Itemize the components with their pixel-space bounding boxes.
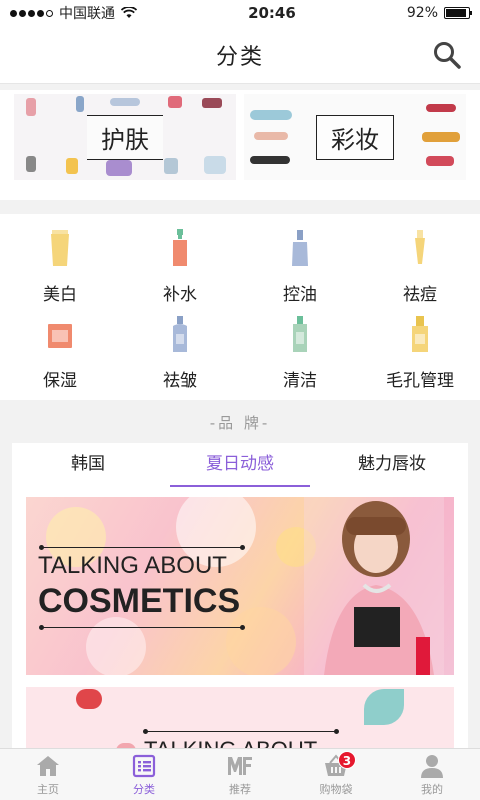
search-icon[interactable] xyxy=(432,40,462,70)
category-item[interactable]: 祛皱 xyxy=(120,314,240,400)
cart-badge: 3 xyxy=(337,751,356,769)
category-label: 保湿 xyxy=(43,371,77,391)
user-icon xyxy=(421,754,443,778)
status-right: 92% xyxy=(406,5,472,21)
promo-divider-bottom xyxy=(39,625,245,630)
brand-tabs: 韩国 夏日动感 魅力唇妆 xyxy=(12,443,468,487)
category-item[interactable]: 控油 xyxy=(240,228,360,314)
status-time: 20:46 xyxy=(248,4,296,22)
serum-bottle-icon xyxy=(164,314,196,354)
promo-line-2: COSMETICS xyxy=(38,582,241,620)
status-bar: 中国联通 20:46 92% xyxy=(0,0,480,26)
tab-bar-cart[interactable]: 3 购物袋 xyxy=(288,749,384,800)
carrier-label: 中国联通 xyxy=(59,6,115,22)
battery-icon xyxy=(444,7,472,19)
model-photo xyxy=(304,497,444,675)
cleanser-bottle-icon xyxy=(284,314,316,354)
cream-jar-icon xyxy=(44,314,76,354)
category-label: 清洁 xyxy=(283,371,317,391)
banner-makeup[interactable]: 彩妆 xyxy=(244,94,466,180)
dropper-bottle-icon xyxy=(404,314,436,354)
tab-bar-profile[interactable]: 我的 xyxy=(384,749,480,800)
tab-bar-home-label: 主页 xyxy=(37,782,59,796)
home-icon xyxy=(37,755,59,776)
brand-section-title: -品 牌- xyxy=(209,414,271,432)
promo-text: TALKING ABOUT COSMETICS xyxy=(38,545,245,632)
signal-icon xyxy=(10,9,53,17)
tube-icon xyxy=(44,228,76,268)
tab-bar-category[interactable]: 分类 xyxy=(96,749,192,800)
lotion-bottle-icon xyxy=(284,228,316,268)
category-grid: 美白 补水 控油 祛痘保湿 祛皱 清洁 毛孔管理 xyxy=(0,214,480,400)
wifi-icon xyxy=(121,7,137,18)
page-title: 分类 xyxy=(215,44,264,70)
status-left: 中国联通 xyxy=(10,3,137,23)
tab-korea[interactable]: 韩国 xyxy=(12,443,164,487)
category-item[interactable]: 祛痘 xyxy=(360,228,480,314)
list-icon xyxy=(132,754,156,777)
tab-summer[interactable]: 夏日动感 xyxy=(164,443,316,487)
category-item[interactable]: 保湿 xyxy=(0,314,120,400)
tab-bar-recommend-label: 推荐 xyxy=(229,782,251,796)
category-label: 控油 xyxy=(283,285,317,305)
category-label: 祛皱 xyxy=(163,371,197,391)
promo-line-1: TALKING ABOUT xyxy=(38,552,227,579)
category-item[interactable]: 清洁 xyxy=(240,314,360,400)
category-item[interactable]: 毛孔管理 xyxy=(360,314,480,400)
spray-bottle-icon xyxy=(164,228,196,268)
brand-section: 韩国 夏日动感 魅力唇妆 TALKING ABOUT COSMETICS xyxy=(12,443,468,773)
banner-makeup-label: 彩妆 xyxy=(316,114,394,160)
pen-tube-icon xyxy=(404,228,436,268)
category-label: 补水 xyxy=(163,285,197,305)
banner-skincare-label: 护肤 xyxy=(87,114,163,160)
mf-logo-icon xyxy=(228,756,252,775)
promo-divider-top xyxy=(39,545,245,550)
tab-bar-recommend[interactable]: 推荐 xyxy=(192,749,288,800)
battery-percent: 92% xyxy=(406,5,438,21)
category-label: 毛孔管理 xyxy=(386,371,454,391)
tab-bar-home[interactable]: 主页 xyxy=(0,749,96,800)
category-banners: 护肤 彩妆 xyxy=(0,90,480,200)
promo-banner[interactable]: TALKING ABOUT COSMETICS xyxy=(26,497,454,675)
banner-skincare[interactable]: 护肤 xyxy=(14,94,236,180)
tab-bar-profile-label: 我的 xyxy=(421,782,443,796)
category-label: 美白 xyxy=(43,285,77,305)
category-label: 祛痘 xyxy=(403,285,437,305)
tab-bar-category-label: 分类 xyxy=(133,782,155,796)
bottom-tab-bar: 主页 分类 推荐 3 购物袋 我的 xyxy=(0,748,480,800)
tab-bar-cart-label: 购物袋 xyxy=(319,782,353,796)
category-item[interactable]: 补水 xyxy=(120,228,240,314)
nav-bar: 分类 xyxy=(0,26,480,84)
promo2-divider xyxy=(143,729,339,734)
category-item[interactable]: 美白 xyxy=(0,228,120,314)
tab-lip-makeup[interactable]: 魅力唇妆 xyxy=(316,443,468,487)
